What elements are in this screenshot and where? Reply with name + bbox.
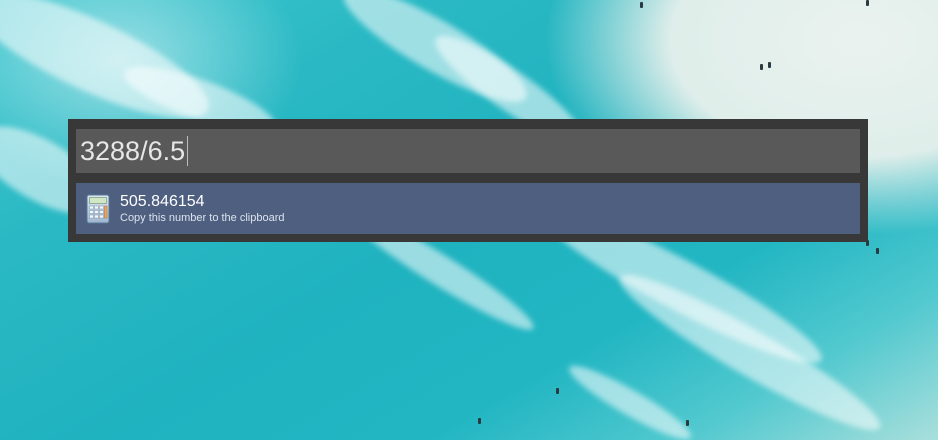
search-input[interactable]: 3288/6.5 [76,129,860,173]
text-caret [187,136,189,166]
beach-person [876,248,879,254]
beach-person [866,0,869,6]
beach-person [768,62,771,68]
beach-person [478,418,481,424]
beach-person [640,2,643,8]
beach-person [556,388,559,394]
result-item-selected[interactable]: 505.846154 Copy this number to the clipb… [76,183,860,234]
result-texts: 505.846154 Copy this number to the clipb… [120,192,284,225]
result-title: 505.846154 [120,193,205,210]
calculator-icon [86,194,110,223]
beach-person [760,64,763,70]
wave-foam [563,356,697,440]
desktop-wallpaper: 3288/6.5 505.846154 Copy this number to … [0,0,938,440]
search-query-text[interactable]: 3288/6.5 [80,136,185,167]
result-subtitle: Copy this number to the clipboard [120,212,285,224]
beach-person [686,420,689,426]
launcher-window: 3288/6.5 505.846154 Copy this number to … [68,119,868,242]
